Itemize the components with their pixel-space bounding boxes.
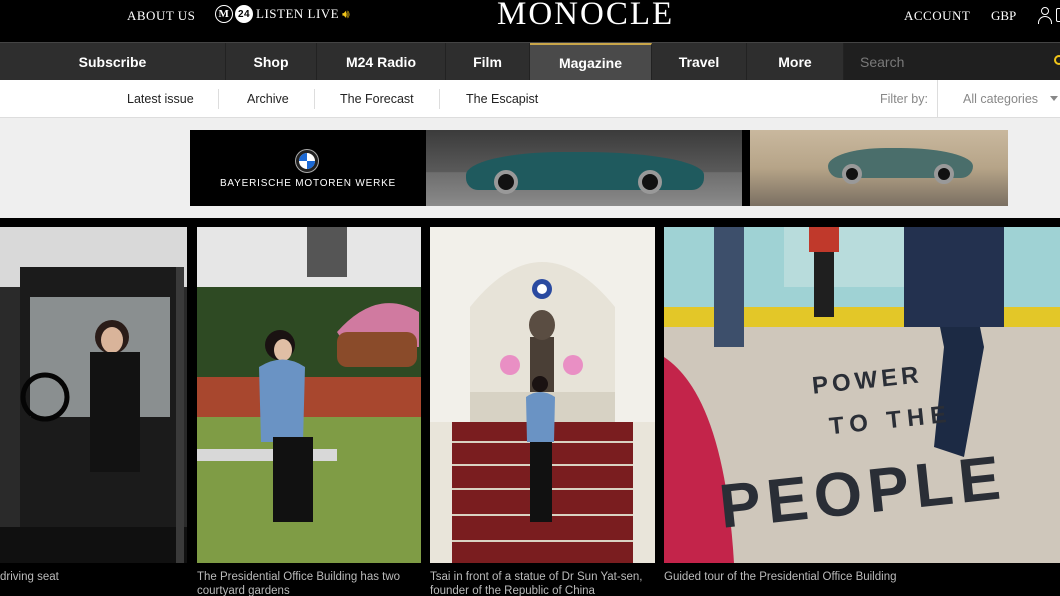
listen-live-link[interactable]: M 24 LISTEN LIVE 🔊︎ xyxy=(215,5,350,23)
ad-car-image xyxy=(750,130,1008,206)
subnav-the-escapist[interactable]: The Escapist xyxy=(466,80,538,118)
user-icon[interactable] xyxy=(1038,7,1052,24)
ad-brand-panel: BAYERISCHE MOTOREN WERKE xyxy=(190,130,426,206)
nav-item-magazine[interactable]: Magazine xyxy=(530,43,652,80)
filter-value: All categories xyxy=(963,92,1039,106)
nav-item-more[interactable]: More xyxy=(747,43,844,80)
search-input[interactable] xyxy=(844,43,1044,80)
gallery-photo-floor[interactable]: POWER TO THE PEOPLE xyxy=(664,227,1060,563)
gallery-caption: Tsai in front of a statue of Dr Sun Yat-… xyxy=(430,571,643,596)
search-box xyxy=(844,43,1060,80)
gallery-photo-hall[interactable] xyxy=(430,227,655,563)
nav-item-subscribe[interactable]: Subscribe xyxy=(0,43,226,80)
gallery-photo-car[interactable] xyxy=(0,227,187,563)
category-filter-select[interactable]: All categories xyxy=(937,80,1060,118)
monocle-m-icon: M xyxy=(215,5,233,23)
bmw-banner-ad[interactable]: BAYERISCHE MOTOREN WERKE xyxy=(190,130,1008,206)
photo-gallery: driving seat The Presidential Office Bui… xyxy=(0,218,1060,596)
about-us-link[interactable]: ABOUT US xyxy=(127,8,195,24)
account-link[interactable]: ACCOUNT xyxy=(904,8,970,24)
gallery-caption: Guided tour of the Presidential Office B… xyxy=(664,571,897,583)
ad-brand-text: BAYERISCHE MOTOREN WERKE xyxy=(219,178,397,189)
nav-item-m24-radio[interactable]: M24 Radio xyxy=(317,43,446,80)
top-bar: ABOUT US M 24 LISTEN LIVE 🔊︎ MONOCLE ACC… xyxy=(0,0,1060,42)
speaker-icon: 🔊︎ xyxy=(342,6,351,21)
filter-label: Filter by: xyxy=(880,92,928,106)
ad-band: BAYERISCHE MOTOREN WERKE xyxy=(0,118,1060,218)
gallery-caption: driving seat xyxy=(0,571,59,583)
subnav-divider xyxy=(218,89,219,109)
sub-nav: Latest issue Archive The Forecast The Es… xyxy=(0,80,1060,118)
subnav-latest-issue[interactable]: Latest issue xyxy=(127,80,194,118)
chevron-down-icon xyxy=(1050,96,1058,101)
monocle-logo[interactable]: MONOCLE xyxy=(497,0,674,33)
currency-selector[interactable]: GBP xyxy=(991,8,1016,24)
listen-live-label: LISTEN LIVE xyxy=(256,6,340,21)
search-icon[interactable] xyxy=(1054,55,1060,65)
gallery-caption: The Presidential Office Building has two… xyxy=(197,571,401,596)
bmw-logo-icon xyxy=(296,150,318,172)
main-nav: Subscribe Shop M24 Radio Film Magazine T… xyxy=(0,42,1060,80)
subnav-divider xyxy=(314,89,315,109)
subnav-archive[interactable]: Archive xyxy=(247,80,289,118)
nav-item-shop[interactable]: Shop xyxy=(226,43,317,80)
m24-badge-icon: 24 xyxy=(235,5,253,23)
ad-car-image xyxy=(426,130,742,206)
nav-item-film[interactable]: Film xyxy=(446,43,530,80)
basket-icon[interactable] xyxy=(1056,8,1060,22)
subnav-the-forecast[interactable]: The Forecast xyxy=(340,80,414,118)
subnav-divider xyxy=(439,89,440,109)
gallery-photo-garden[interactable] xyxy=(197,227,421,563)
nav-item-travel[interactable]: Travel xyxy=(652,43,747,80)
